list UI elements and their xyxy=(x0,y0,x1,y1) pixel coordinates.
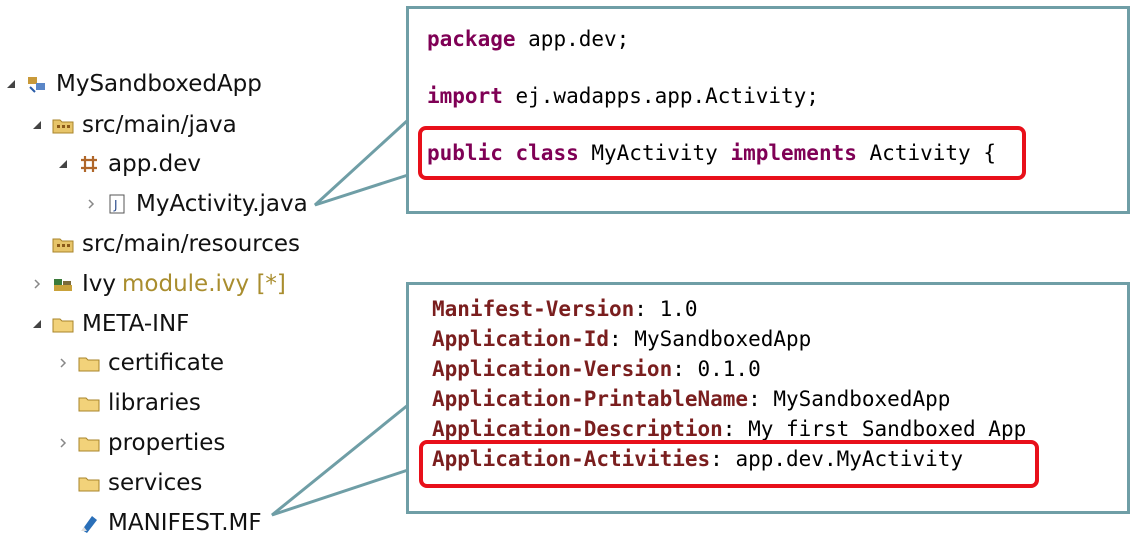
tree-item-meta-inf[interactable]: META-INF xyxy=(30,308,189,340)
manifest-line: Application-Description: My first Sandbo… xyxy=(432,417,1026,441)
package-icon xyxy=(78,153,100,175)
project-icon xyxy=(26,73,48,95)
code-line-package: package app.dev; xyxy=(427,27,629,51)
tree-item-label: MyActivity.java xyxy=(136,191,308,217)
tree-item-certificate[interactable]: certificate xyxy=(56,347,224,379)
source-folder-icon xyxy=(52,233,74,255)
manifest-file-icon xyxy=(78,512,100,534)
svg-text:J: J xyxy=(113,198,118,212)
manifest-line: Application-Version: 0.1.0 xyxy=(432,357,761,381)
source-folder-icon xyxy=(52,114,74,136)
tree-item-label: src/main/resources xyxy=(82,231,301,257)
tree-item-libraries[interactable]: libraries xyxy=(56,387,201,419)
code-line-import: import ej.wadapps.app.Activity; xyxy=(427,84,819,108)
keyword-import: import xyxy=(427,84,503,108)
code-text: app.dev; xyxy=(515,27,630,51)
manifest-value: : 0.1.0 xyxy=(672,357,761,381)
tree-item-src-main-java[interactable]: src/main/java xyxy=(30,109,237,141)
tree-item-label: MySandboxedApp xyxy=(56,71,262,97)
folder-icon xyxy=(52,313,74,335)
manifest-key: Application-Version xyxy=(432,357,673,381)
tree-item-package[interactable]: app.dev xyxy=(56,148,201,180)
expanded-arrow-icon[interactable] xyxy=(56,159,70,169)
tree-item-services[interactable]: services xyxy=(56,467,202,499)
package-explorer-tree: MySandboxedApp src/main/java app.dev J M… xyxy=(0,0,400,545)
folder-icon xyxy=(78,392,100,414)
manifest-value: : MySandboxedApp xyxy=(609,327,812,351)
tree-item-label: META-INF xyxy=(82,311,190,337)
ivy-icon xyxy=(52,273,74,295)
manifest-line: Application-Id: MySandboxedApp xyxy=(432,327,811,351)
activities-highlight xyxy=(419,440,1039,488)
ivy-module-name: module.ivy [*] xyxy=(122,271,286,297)
tree-item-label: app.dev xyxy=(108,151,201,177)
tree-item-label: properties xyxy=(108,430,226,456)
class-declaration-highlight xyxy=(418,126,1026,180)
tree-item-java-file[interactable]: J MyActivity.java xyxy=(84,188,308,220)
manifest-value: : MySandboxedApp xyxy=(748,387,951,411)
java-code-callout: package app.dev; import ej.wadapps.app.A… xyxy=(406,6,1130,214)
tree-item-label: services xyxy=(108,470,203,496)
tree-item-project[interactable]: MySandboxedApp xyxy=(4,68,262,100)
manifest-key: Manifest-Version xyxy=(432,297,635,321)
folder-icon xyxy=(78,352,100,374)
expanded-arrow-icon[interactable] xyxy=(4,79,18,89)
manifest-key: Application-PrintableName xyxy=(432,387,749,411)
collapsed-arrow-icon[interactable] xyxy=(56,358,70,368)
manifest-value: : My first Sandboxed App xyxy=(722,417,1027,441)
manifest-key: Application-Description xyxy=(432,417,723,441)
tree-item-src-main-resources[interactable]: src/main/resources xyxy=(30,228,300,260)
tree-item-manifest[interactable]: MANIFEST.MF xyxy=(56,507,262,539)
collapsed-arrow-icon[interactable] xyxy=(56,438,70,448)
expanded-arrow-icon[interactable] xyxy=(30,319,44,329)
keyword-package: package xyxy=(427,27,516,51)
manifest-line: Application-PrintableName: MySandboxedAp… xyxy=(432,387,950,411)
collapsed-arrow-icon[interactable] xyxy=(30,279,44,289)
java-file-icon: J xyxy=(106,193,128,215)
tree-item-label: Ivy xyxy=(82,271,117,297)
expanded-arrow-icon[interactable] xyxy=(30,120,44,130)
tree-item-properties[interactable]: properties xyxy=(56,427,225,459)
manifest-line: Manifest-Version: 1.0 xyxy=(432,297,698,321)
tree-item-ivy[interactable]: Ivy module.ivy [*] xyxy=(30,268,286,300)
code-text: ej.wadapps.app.Activity; xyxy=(502,84,819,108)
tree-item-label: src/main/java xyxy=(82,112,237,138)
collapsed-arrow-icon[interactable] xyxy=(84,199,98,209)
manifest-value: : 1.0 xyxy=(634,297,698,321)
tree-item-label: certificate xyxy=(108,350,225,376)
folder-icon xyxy=(78,432,100,454)
manifest-callout: Manifest-Version: 1.0 Application-Id: My… xyxy=(406,282,1130,514)
manifest-key: Application-Id xyxy=(432,327,610,351)
tree-item-label: libraries xyxy=(108,390,201,416)
tree-item-label: MANIFEST.MF xyxy=(108,510,262,536)
folder-icon xyxy=(78,472,100,494)
